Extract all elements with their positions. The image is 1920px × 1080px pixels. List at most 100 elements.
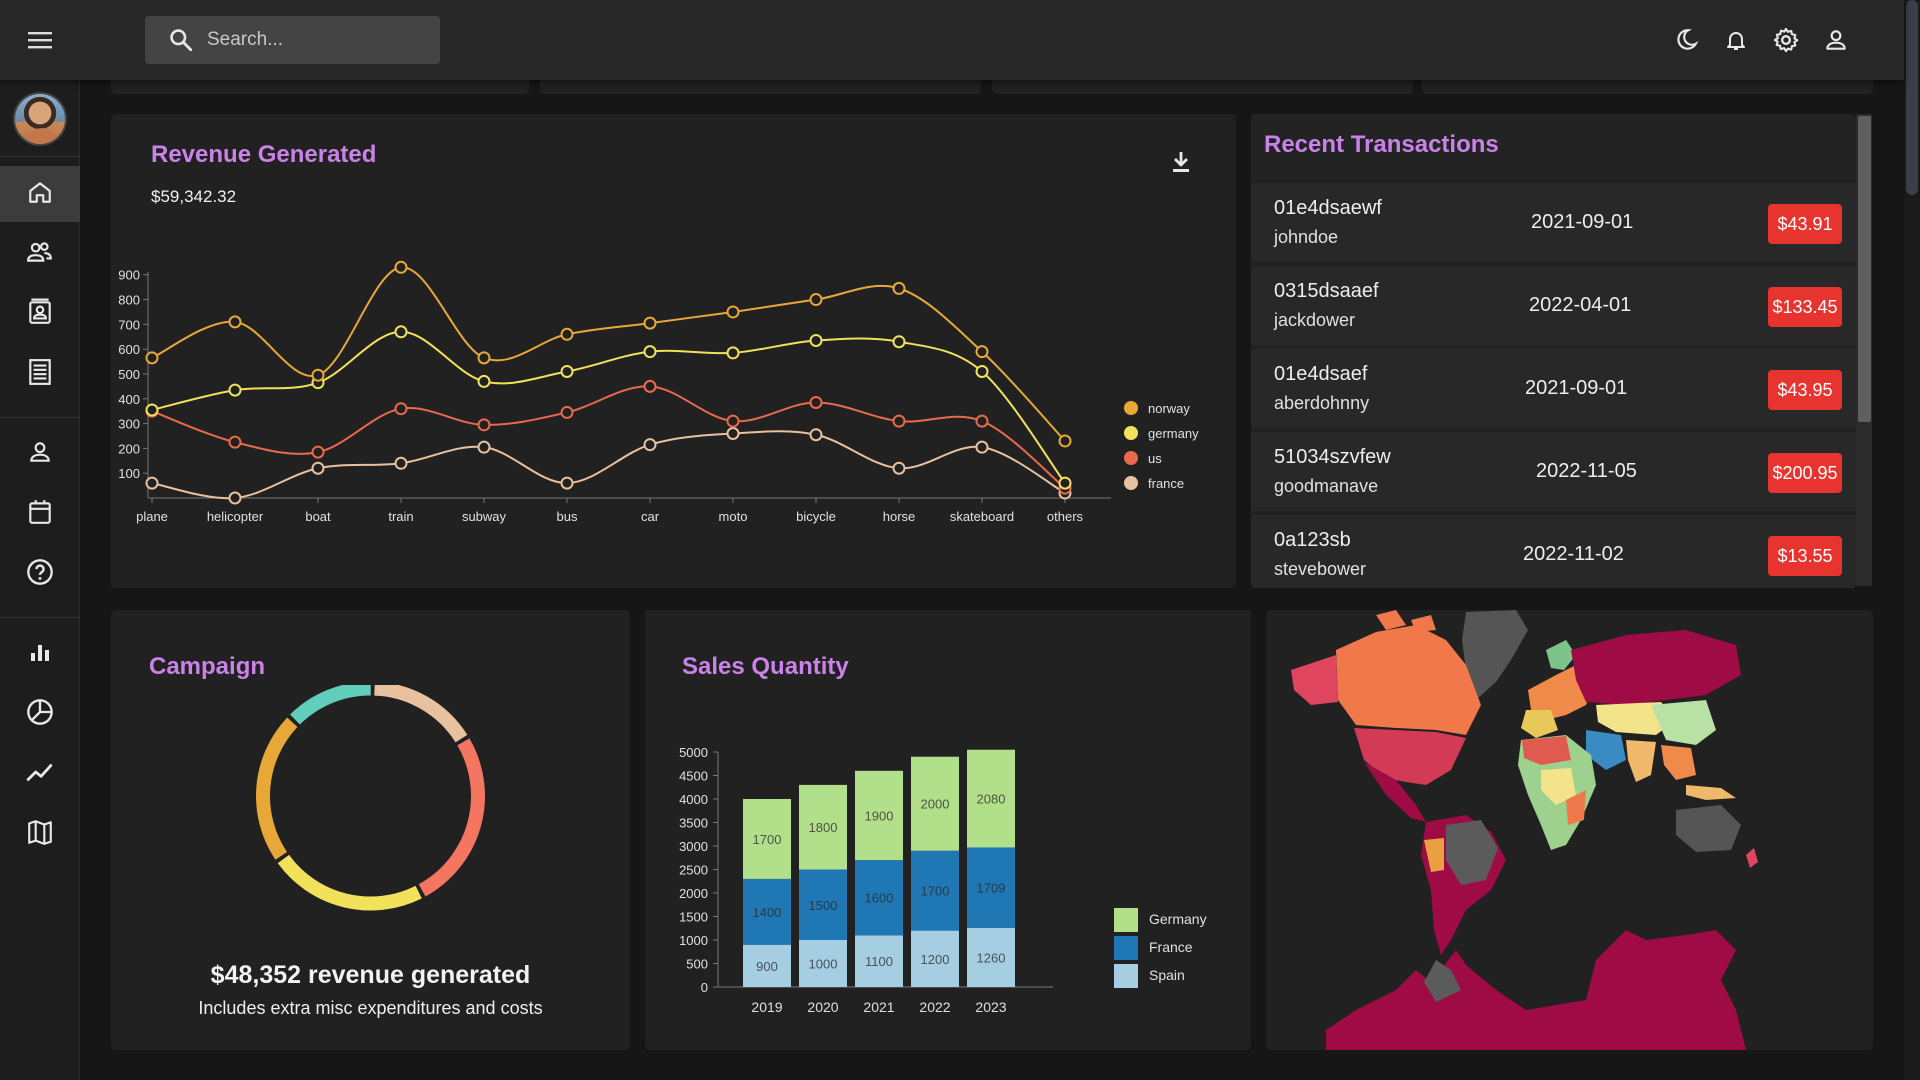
sidebar-item-contacts[interactable] [0,286,80,342]
transaction-row[interactable]: 0315dsaaef jackdower 2022-04-01 $133.45 [1251,266,1856,345]
sidebar-item-bar[interactable] [0,626,80,682]
profile-icon [27,439,53,470]
sidebar-item-calendar[interactable] [0,486,80,542]
stat-card [111,80,529,94]
transactions-scrollbar-thumb[interactable] [1858,116,1871,422]
revenue-line-chart: 100 200 300 400 500 600 700 800 900 plane helicopt… [118,260,1199,524]
transaction-id: 51034szvfew [1274,446,1391,468]
transaction-row[interactable]: 0a123sb stevebower 2022-11-02 $13.55 [1251,515,1856,588]
data-point-france [892,461,906,475]
search-input[interactable] [207,29,427,51]
data-point-us [975,414,989,428]
sidebar-item-team[interactable] [0,226,80,282]
bar-value-label: 1400 [753,905,782,920]
menu-icon[interactable] [22,22,58,58]
page-scrollbar-thumb[interactable] [1906,0,1918,195]
map-usa [1354,728,1466,785]
y-tick-label: 2000 [679,886,708,901]
transaction-user: jackdower [1274,310,1356,330]
legend-label: france [1148,476,1184,491]
transaction-id: 01e4dsaef [1274,363,1368,385]
home-icon [27,179,53,210]
sidebar-item-invoices[interactable] [0,346,80,402]
sidebar-divider [0,156,80,157]
sidebar-divider [0,417,80,418]
bell-icon[interactable] [1718,20,1754,60]
data-point-norway [228,315,242,329]
gear-icon[interactable] [1768,20,1804,60]
legend-marker-norway [1124,401,1138,415]
map-indonesia [1686,785,1736,800]
bar-value-label: 1200 [921,952,950,967]
bar-value-label: 2000 [921,797,950,812]
bar-value-label: 1500 [809,898,838,913]
transaction-row[interactable]: 01e4dsaef aberdohnny 2021-09-01 $43.95 [1251,349,1856,428]
y-tick-label: 900 [118,268,140,283]
sidebar [0,80,80,1080]
data-point-norway [892,281,906,295]
transaction-user: goodmanave [1274,476,1379,496]
line-series-us [151,385,1066,489]
y-tick-label: 200 [118,441,140,456]
legend-marker-france [1124,476,1138,490]
sidebar-item-profile[interactable] [0,426,80,482]
data-point-germany [560,364,574,378]
donut-slice-3 [256,717,298,860]
stat-card [540,80,981,94]
data-point-us [560,405,574,419]
legend-label: norway [1148,401,1190,416]
transaction-row[interactable]: 51034szvfew goodmanave 2022-11-05 $200.95 [1251,432,1856,511]
x-tick-label: bicycle [796,509,836,524]
campaign-subtext: Includes extra misc expenditures and cos… [198,998,543,1018]
map-antarctica [1326,930,1746,1050]
map-india [1626,740,1656,782]
data-point-germany [892,335,906,349]
stat-card [1422,80,1873,94]
sidebar-item-line[interactable] [0,746,80,802]
data-point-norway [809,293,823,307]
map-southeast-asia [1661,745,1696,780]
pie-chart-icon [26,698,54,731]
data-point-germany [726,346,740,360]
transaction-date: 2022-11-05 [1536,460,1637,482]
data-point-norway [394,260,408,274]
bar-value-label: 2080 [977,792,1006,807]
data-point-norway [477,351,491,365]
campaign-donut-chart [256,685,485,911]
donut-slice-1 [418,738,485,897]
legend-label: Germany [1149,911,1207,927]
y-tick-label: 500 [118,367,140,382]
data-point-germany [1058,476,1072,490]
sidebar-item-faq[interactable] [0,546,80,602]
data-point-france [145,476,159,490]
map-icon [27,818,53,851]
data-point-norway [1058,434,1072,448]
person-icon[interactable] [1818,20,1854,60]
bar-value-label: 1900 [865,808,894,823]
x-tick-label: 2019 [751,999,782,1015]
sidebar-item-pie[interactable] [0,686,80,742]
x-tick-label: 2021 [863,999,894,1015]
data-point-norway [311,368,325,382]
data-point-norway [726,305,740,319]
map-new-zealand [1746,848,1758,868]
moon-icon[interactable] [1668,20,1704,60]
search-icon[interactable] [167,26,195,54]
data-point-norway [975,345,989,359]
y-tick-label: 800 [118,293,140,308]
y-tick-label: 4000 [679,792,708,807]
avatar[interactable] [13,92,67,146]
line-series-france [151,430,1066,500]
sidebar-item-dashboard[interactable] [0,166,80,222]
data-point-us [726,414,740,428]
bar-value-label: 1700 [921,884,950,899]
y-tick-label: 5000 [679,745,708,760]
stat-card [992,80,1413,94]
x-tick-label: boat [305,509,331,524]
campaign-card: Campaign $48,352 revenue generated Inclu… [111,610,630,1050]
y-tick-label: 3500 [679,816,708,831]
transaction-row[interactable]: 01e4dsaewf johndoe 2021-09-01 $43.91 [1251,183,1856,262]
sidebar-item-geography[interactable] [0,806,80,862]
data-point-us [228,435,242,449]
invoices-icon [27,358,53,391]
